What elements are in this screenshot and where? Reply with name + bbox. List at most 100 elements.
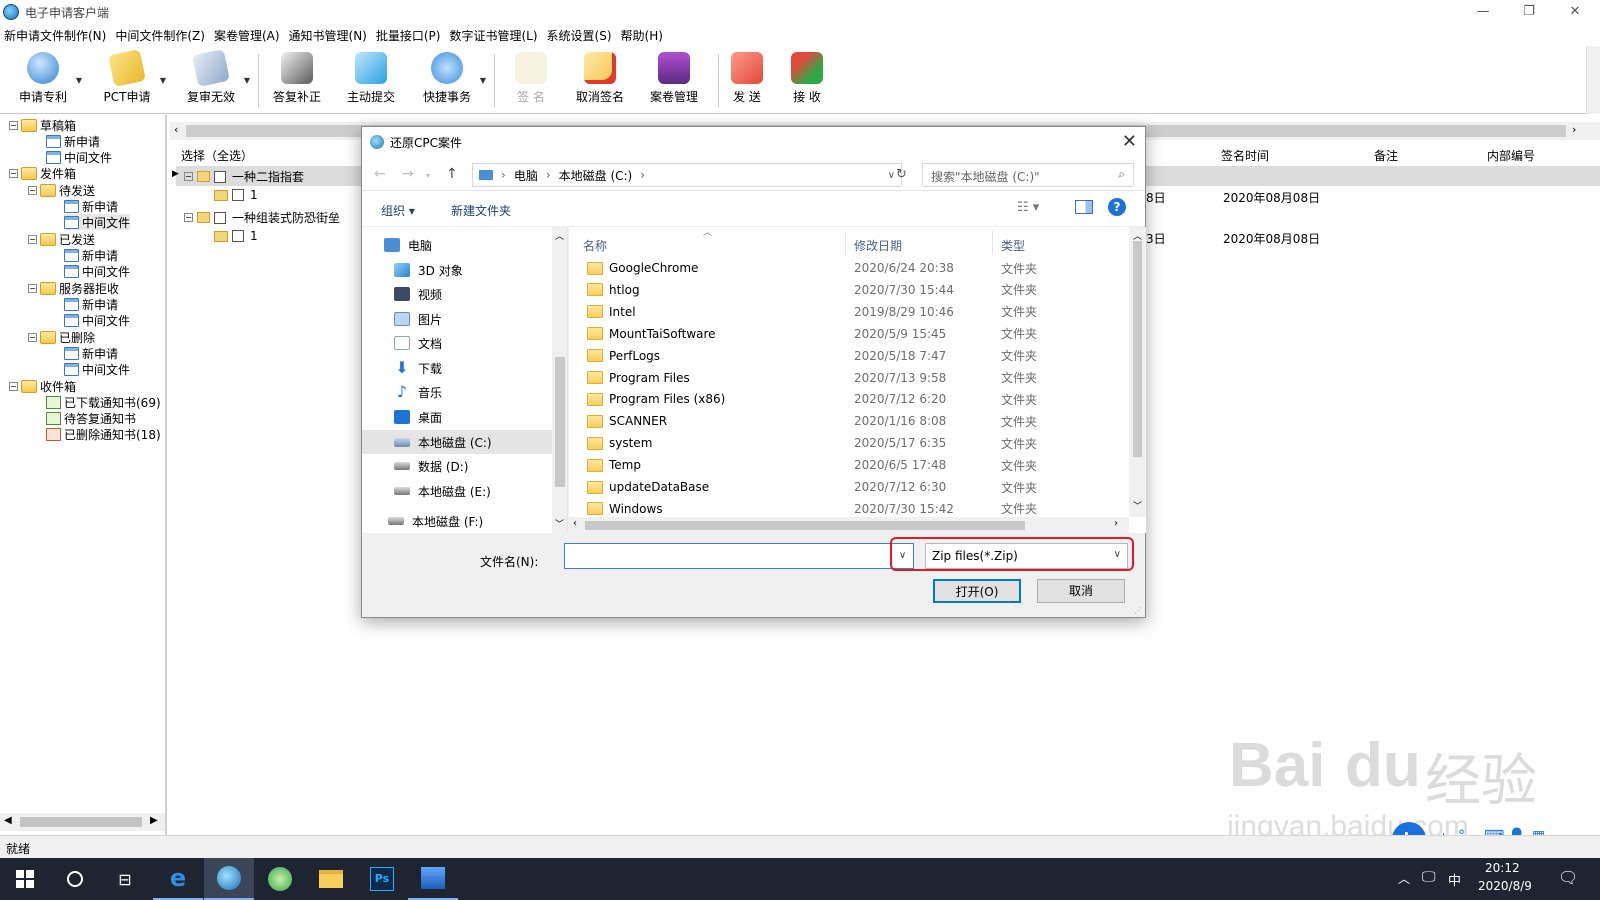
column-modified[interactable]: 修改日期: [854, 237, 902, 254]
scroll-left-icon[interactable]: ◀: [4, 815, 12, 826]
tree-node-sent[interactable]: − 已发送: [28, 231, 95, 247]
collapse-icon[interactable]: −: [28, 332, 37, 342]
file-row[interactable]: SCANNER 2020/1/16 8:08 文件夹: [569, 410, 1124, 432]
scroll-right-icon[interactable]: ›: [1114, 518, 1118, 529]
tree-node-drafts-new[interactable]: 新申请: [46, 133, 100, 149]
tree-node-deleted-new[interactable]: 新申请: [64, 345, 118, 361]
view-options-icon[interactable]: ☷ ▾: [1017, 200, 1039, 215]
tree-node-to-reply[interactable]: 待答复通知书: [46, 410, 136, 426]
column-divider[interactable]: [992, 231, 993, 255]
apply-patent-button[interactable]: 申请专利 ▼: [14, 50, 82, 110]
pct-button[interactable]: PCT申请 ▼: [98, 49, 166, 110]
scroll-left-icon[interactable]: ‹: [573, 518, 577, 529]
row-checkbox[interactable]: [232, 230, 244, 242]
resize-grip-icon[interactable]: ⋰: [1134, 606, 1142, 615]
column-select-all[interactable]: 选择（全选）: [181, 147, 253, 164]
collapse-icon[interactable]: −: [9, 168, 18, 178]
tree-node-pending[interactable]: − 待发送: [28, 182, 95, 198]
breadcrumb-drive-c[interactable]: 本地磁盘 (C:): [559, 167, 633, 184]
nav-videos[interactable]: 视频: [394, 282, 567, 306]
cancel-sign-button[interactable]: 取消签名: [568, 50, 632, 110]
nav-desktop[interactable]: 桌面: [394, 405, 567, 429]
collapse-icon[interactable]: −: [28, 185, 37, 195]
column-divider[interactable]: [845, 231, 846, 255]
file-row[interactable]: Program Files (x86) 2020/7/12 6:20 文件夹: [569, 388, 1124, 410]
scroll-right-icon[interactable]: ›: [1572, 123, 1576, 136]
minimize-button[interactable]: —: [1460, 0, 1506, 24]
start-button[interactable]: [0, 858, 50, 900]
column-name[interactable]: 名称: [583, 237, 607, 254]
tree-node-deleted[interactable]: − 已删除: [28, 329, 95, 345]
menu-notice-management[interactable]: 通知书管理(N): [289, 27, 367, 44]
scroll-thumb[interactable]: [1133, 241, 1142, 457]
nav-scrollbar[interactable]: ︿ ﹀: [552, 227, 567, 533]
close-button[interactable]: ✕: [1552, 0, 1598, 24]
quick-affairs-button[interactable]: 快捷事务 ▼: [418, 50, 486, 110]
file-row[interactable]: PerfLogs 2020/5/18 7:47 文件夹: [569, 345, 1124, 367]
nav-documents[interactable]: 文档: [394, 331, 567, 355]
tree-node-deleted-notices[interactable]: 已删除通知书(18): [46, 426, 161, 442]
menu-settings[interactable]: 系统设置(S): [547, 27, 612, 44]
row-checkbox[interactable]: [214, 170, 226, 183]
collapse-icon[interactable]: −: [9, 120, 18, 130]
notification-icon[interactable]: 🗨: [1558, 868, 1578, 887]
clock-date[interactable]: 2020/8/9: [1478, 879, 1532, 893]
breadcrumb-pc[interactable]: 电脑: [514, 167, 538, 184]
row-checkbox[interactable]: [232, 189, 244, 201]
file-row[interactable]: Program Files 2020/7/13 9:58 文件夹: [569, 367, 1124, 389]
dropdown-arrow-icon[interactable]: ▼: [480, 76, 486, 85]
forward-arrow-icon[interactable]: →: [402, 166, 414, 182]
send-button[interactable]: 发 送: [724, 50, 770, 110]
scroll-down-icon[interactable]: ﹀: [555, 517, 564, 530]
collapse-icon[interactable]: −: [184, 172, 193, 181]
tree-node-rejected-mid[interactable]: 中间文件: [64, 312, 130, 328]
dropdown-arrow-icon[interactable]: ▼: [160, 76, 166, 85]
menu-certificate[interactable]: 数字证书管理(L): [449, 27, 537, 44]
organize-button[interactable]: 组织 ▾: [381, 202, 415, 219]
nav-this-pc[interactable]: 电脑: [384, 233, 567, 257]
preview-pane-icon[interactable]: [1075, 200, 1093, 214]
file-row[interactable]: htlog 2020/7/30 15:44 文件夹: [569, 279, 1124, 301]
review-invalid-button[interactable]: 复审无效 ▼: [182, 49, 250, 110]
photos-button[interactable]: [408, 858, 458, 900]
menu-help[interactable]: 帮助(H): [621, 27, 663, 44]
clock-time[interactable]: 20:12: [1485, 861, 1520, 875]
active-submit-button[interactable]: 主动提交: [342, 50, 400, 110]
file-list-hscrollbar[interactable]: ‹ ›: [569, 517, 1129, 533]
ime-indicator[interactable]: 中: [1448, 870, 1461, 889]
file-row[interactable]: system 2020/5/17 6:35 文件夹: [569, 432, 1124, 454]
file-row[interactable]: GoogleChrome 2020/6/24 20:38 文件夹: [569, 257, 1124, 279]
table-row[interactable]: − 一种组装式防恐街垒: [184, 209, 340, 226]
dialog-close-button[interactable]: ✕: [1122, 131, 1137, 152]
column-internal-no[interactable]: 内部编号: [1487, 147, 1535, 164]
case-management-button[interactable]: 案卷管理: [642, 50, 706, 110]
chevron-down-icon[interactable]: ∨: [888, 170, 895, 181]
tree-node-drafts[interactable]: − 草稿箱: [9, 117, 76, 133]
collapse-icon[interactable]: −: [28, 234, 37, 244]
network-icon[interactable]: 🖵: [1422, 869, 1436, 885]
filename-input[interactable]: [564, 543, 892, 569]
refresh-icon[interactable]: ↻: [896, 167, 907, 182]
open-button[interactable]: 打开(O): [933, 579, 1021, 603]
tree-horizontal-scrollbar[interactable]: ◀ ▶: [0, 813, 165, 831]
tree-node-downloaded-notices[interactable]: 已下载通知书(69): [46, 394, 161, 410]
search-input[interactable]: 搜索"本地磁盘 (C:)" ⌕: [922, 163, 1134, 187]
file-row[interactable]: Temp 2020/6/5 17:48 文件夹: [569, 454, 1124, 476]
browser-360-button[interactable]: [255, 858, 305, 900]
restore-button[interactable]: ❐: [1506, 0, 1552, 24]
collapse-icon[interactable]: −: [9, 381, 18, 391]
tree-node-sent-new[interactable]: 新申请: [64, 247, 118, 263]
recent-dropdown-icon[interactable]: ▾: [426, 171, 430, 180]
nav-drive-d[interactable]: 数据 (D:): [394, 454, 567, 478]
column-note[interactable]: 备注: [1374, 147, 1398, 164]
table-row-child[interactable]: 1: [214, 188, 258, 202]
cancel-button[interactable]: 取消: [1037, 579, 1125, 603]
dropdown-arrow-icon[interactable]: ▼: [244, 76, 250, 85]
nav-downloads[interactable]: ⬇ 下载: [394, 356, 567, 380]
tree-node-rejected[interactable]: − 服务器拒收: [28, 280, 119, 296]
menu-new-application[interactable]: 新申请文件制作(N): [4, 27, 106, 44]
table-row-child[interactable]: 1: [214, 229, 258, 243]
file-explorer-button[interactable]: [306, 858, 356, 900]
task-view-button[interactable]: ⊟: [100, 858, 150, 900]
cpc-client-button[interactable]: [204, 858, 254, 900]
